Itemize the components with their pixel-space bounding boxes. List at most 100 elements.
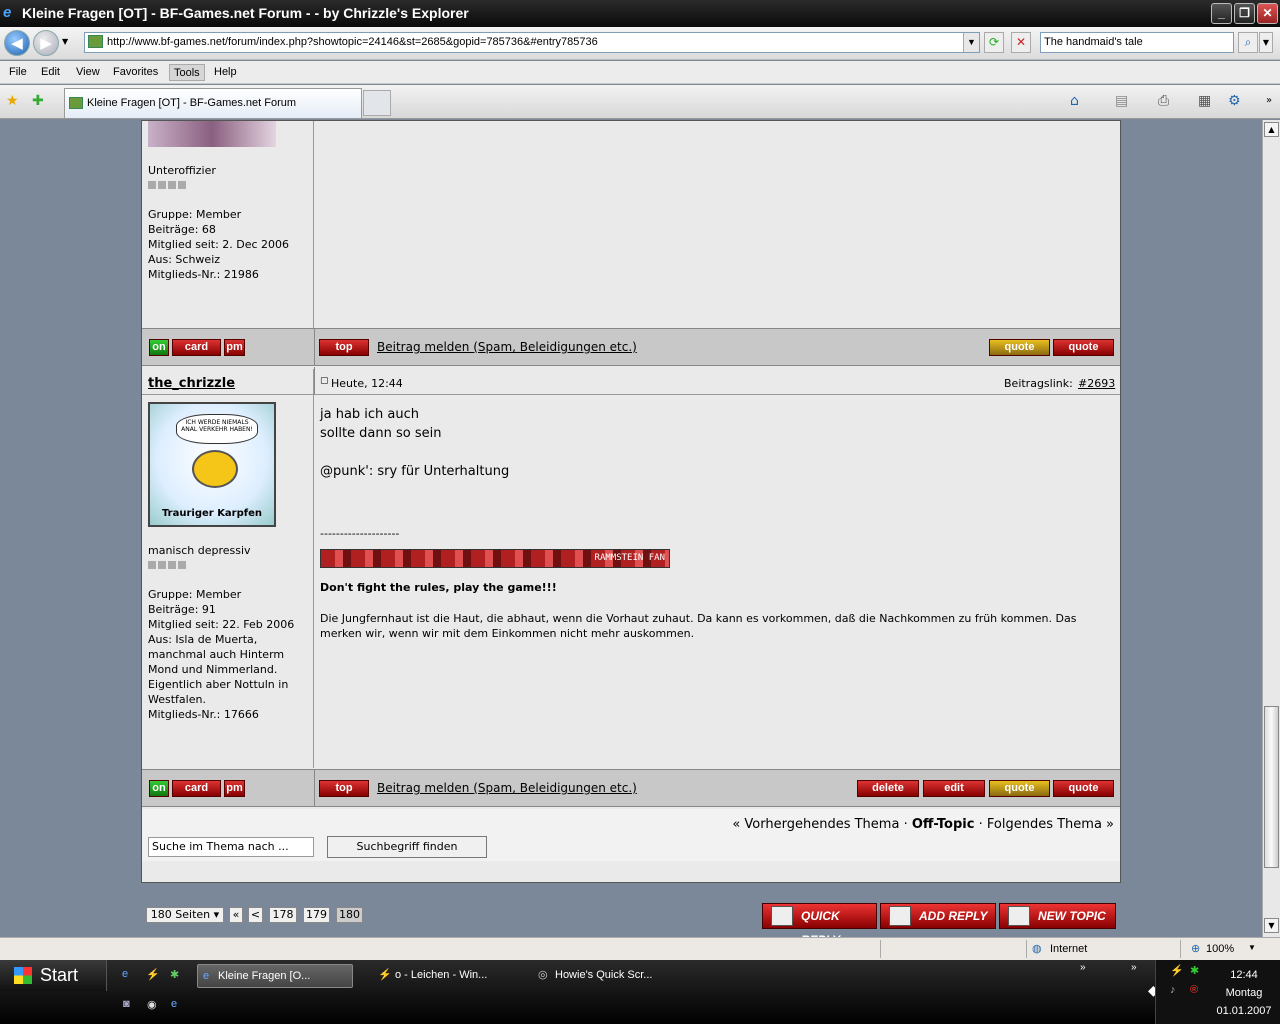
search-input[interactable]: The handmaid's tale: [1040, 32, 1234, 53]
first-page-button[interactable]: «: [229, 907, 243, 923]
menu-help[interactable]: Help: [210, 64, 241, 81]
address-dropdown-icon[interactable]: ▼: [963, 33, 979, 52]
post2-permalink[interactable]: #2693: [1078, 377, 1115, 390]
top-button[interactable]: top: [319, 339, 369, 356]
post1-rank: Unteroffizier: [148, 164, 216, 177]
scroll-down-icon[interactable]: ▼: [1264, 918, 1279, 933]
signature-banner: RAMMSTEIN FAN: [320, 549, 670, 568]
minimize-button[interactable]: _: [1211, 3, 1232, 24]
favorites-star-icon[interactable]: ★: [6, 93, 19, 109]
page-favicon-icon: [88, 35, 103, 48]
vertical-scrollbar[interactable]: ▲ ▼: [1262, 120, 1280, 937]
close-button[interactable]: ✕: [1257, 3, 1278, 24]
stop-button[interactable]: ✕: [1011, 32, 1031, 53]
tray-antivirus-icon[interactable]: ®: [1190, 984, 1198, 996]
prev-page-button[interactable]: <: [248, 907, 263, 923]
quick-reply-button[interactable]: QUICK REPLY: [762, 903, 877, 937]
tray-more-icon[interactable]: »: [1131, 962, 1137, 973]
scroll-up-icon[interactable]: ▲: [1264, 122, 1279, 137]
tray-bolt-icon[interactable]: ⚡: [1170, 964, 1184, 977]
status-bar: ◍ Internet ⊕ 100% ▼: [0, 937, 1280, 960]
tools-menu-icon[interactable]: ⚙: [1228, 93, 1241, 109]
online-status-button[interactable]: on: [149, 339, 169, 356]
pages-dropdown[interactable]: 180 Seiten ▾: [146, 907, 224, 923]
find-button[interactable]: Suchbegriff finden: [327, 836, 487, 858]
pm-button[interactable]: pm: [224, 780, 245, 797]
new-tab-button[interactable]: [363, 90, 391, 116]
edit-button[interactable]: edit: [923, 780, 985, 797]
online-status-button[interactable]: on: [149, 780, 169, 797]
maximize-button[interactable]: ❐: [1234, 3, 1255, 24]
add-reply-button[interactable]: ADD REPLY: [880, 903, 996, 929]
delete-button[interactable]: delete: [857, 780, 919, 797]
post1-member-no: Mitglieds-Nr.: 21986: [148, 268, 259, 281]
history-dropdown-icon[interactable]: ▼: [62, 37, 68, 46]
quicklaunch-bolt-icon[interactable]: ⚡: [146, 968, 160, 981]
topic-search-input[interactable]: Suche im Thema nach ...: [148, 837, 314, 857]
page-menu-icon[interactable]: ▦: [1198, 93, 1211, 109]
tray-network-icon[interactable]: ✱: [1190, 964, 1199, 977]
quicklaunch-ie-icon[interactable]: e: [122, 968, 128, 980]
topic-navigation: « Vorhergehendes Thema · Off-Topic · Fol…: [732, 817, 1114, 832]
report-post-link[interactable]: Beitrag melden (Spam, Beleidigungen etc.…: [377, 340, 637, 354]
post2-rank: manisch depressiv: [148, 544, 251, 557]
refresh-button[interactable]: ⟳: [984, 32, 1004, 53]
search-options-icon[interactable]: ▼: [1259, 32, 1273, 53]
tray-volume-icon[interactable]: ♪: [1170, 984, 1176, 996]
search-icon[interactable]: ⌕: [1238, 32, 1258, 53]
menu-favorites[interactable]: Favorites: [109, 64, 162, 81]
post2-action-bar: on card pm top Beitrag melden (Spam, Bel…: [142, 769, 1120, 807]
forward-button[interactable]: ▶: [33, 30, 59, 56]
menu-edit[interactable]: Edit: [37, 64, 64, 81]
chevron-more-icon[interactable]: »: [1266, 93, 1272, 109]
feeds-icon[interactable]: ▤: [1115, 93, 1128, 109]
card-button[interactable]: card: [172, 780, 221, 797]
new-topic-button[interactable]: NEW TOPIC: [999, 903, 1116, 929]
top-button[interactable]: top: [319, 780, 369, 797]
taskbar-item-screenshot[interactable]: ◎ Howie's Quick Scr...: [535, 964, 675, 988]
signature-text-2: merken wir, wenn wir mit dem Einkommen n…: [320, 627, 695, 640]
menu-file[interactable]: File: [5, 64, 31, 81]
page-179[interactable]: 179: [303, 907, 330, 923]
menu-tools[interactable]: Tools: [169, 64, 205, 81]
ie-logo-icon: e: [3, 4, 12, 21]
start-button[interactable]: Start: [0, 960, 107, 991]
next-topic-link[interactable]: Folgendes Thema »: [987, 817, 1114, 832]
prev-topic-link[interactable]: « Vorhergehendes Thema: [732, 817, 899, 832]
zoom-dropdown-icon[interactable]: ▼: [1248, 943, 1256, 952]
quicklaunch-gear-icon[interactable]: ✱: [170, 968, 179, 981]
menu-view[interactable]: View: [72, 64, 104, 81]
page-178[interactable]: 178: [269, 907, 297, 923]
new-topic-label: NEW TOPIC: [1038, 909, 1106, 923]
address-bar[interactable]: http://www.bf-games.net/forum/index.php?…: [84, 32, 980, 53]
menu-bar: File Edit View Favorites Tools Help: [0, 61, 1280, 84]
scroll-thumb[interactable]: [1264, 706, 1279, 868]
multiquote-button[interactable]: quote: [989, 780, 1050, 797]
clock-time[interactable]: 12:44: [1211, 966, 1277, 984]
topic-footer: « Vorhergehendes Thema · Off-Topic · Fol…: [142, 809, 1120, 861]
taskbar-more-icon[interactable]: »: [1080, 962, 1086, 973]
quote-button[interactable]: quote: [1053, 339, 1114, 356]
home-icon[interactable]: ⌂: [1070, 93, 1079, 109]
card-button[interactable]: card: [172, 339, 221, 356]
quicklaunch-media-icon[interactable]: ◉: [147, 998, 157, 1011]
quicklaunch-app-icon[interactable]: ◙: [123, 998, 130, 1010]
multiquote-button[interactable]: quote: [989, 339, 1050, 356]
tab-forum[interactable]: Kleine Fragen [OT] - BF-Games.net Forum: [64, 88, 362, 118]
taskbar-item-winamp[interactable]: ⚡ o - Leichen - Win...: [375, 964, 515, 988]
page-180[interactable]: 180: [336, 907, 363, 923]
pm-button[interactable]: pm: [224, 339, 245, 356]
add-favorite-icon[interactable]: ✚: [32, 93, 44, 109]
nav-separator: ·: [978, 817, 983, 832]
post2-body: ja hab ich auch sollte dann so sein @pun…: [315, 395, 1120, 769]
quicklaunch-browser-icon[interactable]: e: [171, 998, 177, 1010]
post2-permalink-label: Beitragslink:: [1004, 377, 1073, 390]
report-post-link[interactable]: Beitrag melden (Spam, Beleidigungen etc.…: [377, 781, 637, 795]
back-button[interactable]: ◀: [4, 30, 30, 56]
forum-link[interactable]: Off-Topic: [912, 817, 975, 832]
zoom-level[interactable]: 100%: [1206, 943, 1234, 955]
print-icon[interactable]: ⎙: [1158, 93, 1169, 109]
quote-button[interactable]: quote: [1053, 780, 1114, 797]
post1-posts: Beiträge: 68: [148, 223, 216, 236]
taskbar-item-explorer[interactable]: e Kleine Fragen [O...: [197, 964, 353, 988]
